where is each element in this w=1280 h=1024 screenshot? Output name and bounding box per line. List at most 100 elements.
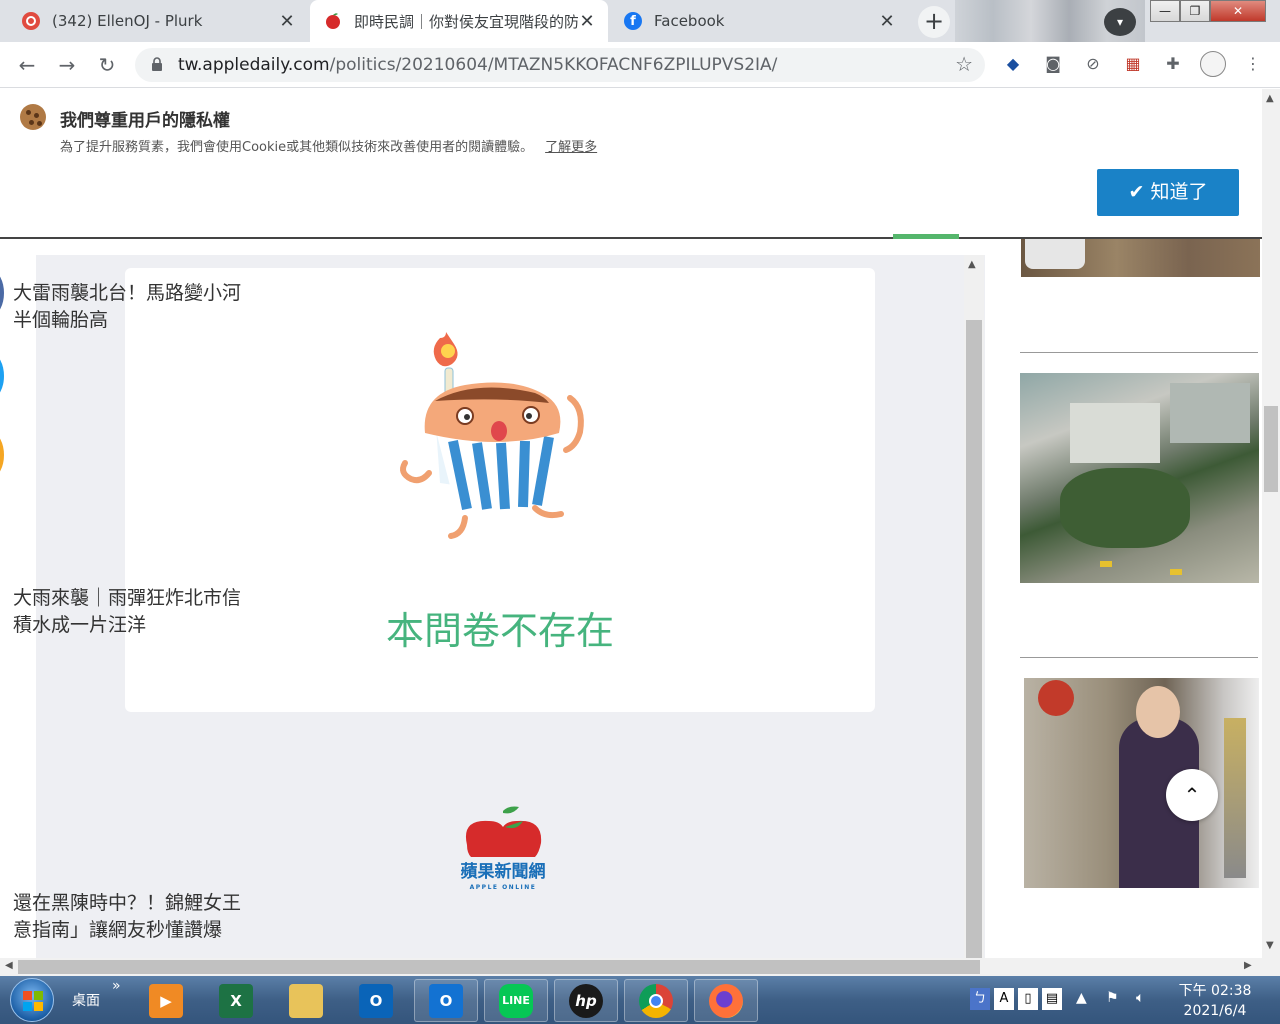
toolbar-chevron-icon[interactable]: » xyxy=(112,978,121,994)
reload-button[interactable]: ↻ xyxy=(94,52,120,78)
ime-keyboard-icon[interactable]: ▤ xyxy=(1042,988,1062,1010)
share-twitter-icon[interactable] xyxy=(0,354,4,398)
scrollbar-corner xyxy=(1262,958,1280,976)
firefox-icon xyxy=(709,983,743,1018)
start-button[interactable] xyxy=(10,978,54,1022)
scroll-up-arrow-icon[interactable]: ▲ xyxy=(1266,93,1274,104)
logo-title: 蘋果新聞網 xyxy=(461,861,546,882)
minimize-button[interactable]: — xyxy=(1150,0,1180,22)
news-image-aerial-flood[interactable] xyxy=(1020,373,1259,583)
bookmark-star-icon[interactable]: ☆ xyxy=(955,52,973,76)
check-icon: ✔ xyxy=(1128,181,1145,203)
survey-scroll-thumb[interactable] xyxy=(966,320,982,958)
back-button[interactable]: ← xyxy=(14,52,40,78)
desktop-toolbar-label[interactable]: 桌面 xyxy=(72,990,100,1010)
acknowledge-label: 知道了 xyxy=(1150,181,1208,203)
ime-icon[interactable]: ㄅ xyxy=(970,988,990,1010)
back-to-top-button[interactable]: ⌃ xyxy=(1166,769,1218,821)
system-clock[interactable]: 下午 02:38 2021/6/4 xyxy=(1170,981,1260,1021)
chrome-menu-icon[interactable]: ⋮ xyxy=(1242,53,1264,75)
facebook-favicon: f xyxy=(624,12,642,30)
taskbar-excel[interactable]: X xyxy=(204,979,268,1022)
taskbar-outlook-mail[interactable]: O xyxy=(414,979,478,1022)
extension-block-icon[interactable]: ⊘ xyxy=(1082,53,1104,75)
tab-facebook[interactable]: f Facebook ✕ xyxy=(610,0,908,42)
tab-title: (342) EllenOJ - Plurk xyxy=(52,12,203,30)
learn-more-link[interactable]: 了解更多 xyxy=(545,140,597,155)
volume-icon[interactable]: 🔈︎ xyxy=(1136,990,1144,1006)
taskbar-hp[interactable]: hp xyxy=(554,979,618,1022)
close-window-button[interactable]: ✕ xyxy=(1210,0,1266,22)
consent-body: 為了提升服務質素，我們會使用Cookie或其他類似技術來改善使用者的閱讀體驗。 xyxy=(60,140,534,155)
survey-scrollbar[interactable]: ▲ xyxy=(964,255,984,958)
url-path: /politics/20210604/MTAZN5KKOFACNF6ZPILUP… xyxy=(329,55,778,75)
lock-icon xyxy=(152,57,162,71)
scroll-left-arrow-icon[interactable]: ◀ xyxy=(5,960,13,971)
news-caption-line: 意指南」讓網友秒懂讚爆 xyxy=(13,919,223,941)
scroll-up-arrow-icon[interactable]: ▲ xyxy=(968,259,976,270)
address-bar[interactable]: tw.appledaily.com/politics/20210604/MTAZ… xyxy=(135,48,985,82)
extension-translate-icon[interactable]: ◆ xyxy=(1002,53,1024,75)
news-caption-line: 還在黑陳時中？！錦鯉女王 xyxy=(13,892,242,914)
consent-text: 為了提升服務質素，我們會使用Cookie或其他類似技術來改善使用者的閱讀體驗。了… xyxy=(60,136,597,155)
tab-strip: (342) EllenOJ - Plurk ✕ 即時民調｜你對侯友宜現階段的防 … xyxy=(0,0,1280,42)
tab-close-icon[interactable]: ✕ xyxy=(278,11,296,32)
tab-appledaily[interactable]: 即時民調｜你對侯友宜現階段的防 ✕ xyxy=(310,0,608,42)
share-other-icon[interactable] xyxy=(0,433,4,477)
action-center-flag-icon[interactable]: ⚑ xyxy=(1106,990,1119,1006)
scroll-right-arrow-icon[interactable]: ▶ xyxy=(1244,960,1252,971)
folder-icon xyxy=(289,983,323,1018)
extension-camera-icon[interactable]: ◙ xyxy=(1042,53,1064,75)
tab-title: Facebook xyxy=(654,12,725,30)
hp-icon: hp xyxy=(569,983,603,1018)
page-vertical-scrollbar[interactable]: ▲ ▼ xyxy=(1262,89,1280,958)
show-hidden-icons-icon[interactable]: ▲ xyxy=(1076,990,1087,1006)
url-text: tw.appledaily.com/politics/20210604/MTAZ… xyxy=(178,55,777,75)
taskbar-firefox[interactable] xyxy=(694,979,758,1022)
new-tab-button[interactable]: + xyxy=(918,6,950,38)
taskbar-media-player[interactable]: ▶ xyxy=(134,979,198,1022)
news-image-woman[interactable] xyxy=(1024,678,1259,888)
horizontal-scroll-thumb[interactable] xyxy=(18,960,980,974)
acknowledge-button[interactable]: ✔ 知道了 xyxy=(1097,169,1239,216)
news-caption[interactable]: 大雷雨襲北台！馬路變小河 半個輪胎高 xyxy=(13,280,241,334)
taskbar-line[interactable]: LINE xyxy=(484,979,548,1022)
taskbar-chrome[interactable] xyxy=(624,979,688,1022)
news-caption-line: 大雨來襲｜雨彈狂炸北市信 xyxy=(13,587,242,609)
profile-avatar[interactable] xyxy=(1200,51,1226,77)
page-horizontal-scrollbar[interactable]: ◀ ▶ xyxy=(0,958,1262,976)
outlook-mail-icon: O xyxy=(429,983,463,1018)
apple-favicon xyxy=(324,12,342,30)
cupcake-mascot-illustration xyxy=(400,332,584,539)
ime-mode-icon[interactable]: A xyxy=(994,988,1014,1010)
outlook-icon: O xyxy=(359,983,393,1018)
survey-card: 本問卷不存在 xyxy=(125,268,875,712)
tab-close-icon[interactable]: ✕ xyxy=(578,11,596,32)
excel-icon: X xyxy=(219,983,253,1018)
tab-plurk[interactable]: (342) EllenOJ - Plurk ✕ xyxy=(8,0,308,42)
news-caption[interactable]: 還在黑陳時中？！錦鯉女王 意指南」讓網友秒懂讚爆 xyxy=(13,890,241,944)
ime-width-icon[interactable]: ▯ xyxy=(1018,988,1038,1010)
news-caption-line: 半個輪胎高 xyxy=(13,309,109,331)
forward-button[interactable]: → xyxy=(54,52,80,78)
taskbar-outlook[interactable]: O xyxy=(344,979,408,1022)
page-scroll-thumb[interactable] xyxy=(1264,406,1278,492)
cookie-icon xyxy=(20,104,46,130)
tab-close-icon[interactable]: ✕ xyxy=(878,11,896,32)
news-image-flood-road[interactable] xyxy=(1021,239,1260,277)
extensions-puzzle-icon[interactable]: ✚ xyxy=(1162,53,1184,75)
news-caption[interactable]: 大雨來襲｜雨彈狂炸北市信 積水成一片汪洋 xyxy=(13,585,241,639)
tab-title: 即時民調｜你對侯友宜現階段的防 xyxy=(354,12,578,31)
news-caption-line: 積水成一片汪洋 xyxy=(13,614,147,636)
extension-news-icon[interactable]: ▦ xyxy=(1122,53,1144,75)
news-divider xyxy=(1020,657,1258,658)
apple-online-logo: 蘋果新聞網 APPLE ONLINE xyxy=(461,806,546,891)
share-facebook-icon[interactable] xyxy=(0,271,4,315)
cookie-consent-banner: 我們尊重用戶的隱私權 為了提升服務質素，我們會使用Cookie或其他類似技術來改… xyxy=(0,89,1262,239)
maximize-button[interactable]: ❐ xyxy=(1180,0,1210,22)
tab-search-dropdown-icon[interactable]: ▾ xyxy=(1104,8,1136,36)
windows-logo-icon xyxy=(23,991,43,1011)
scroll-down-arrow-icon[interactable]: ▼ xyxy=(1266,940,1274,951)
chrome-icon xyxy=(639,983,673,1018)
taskbar-file-explorer[interactable] xyxy=(274,979,338,1022)
